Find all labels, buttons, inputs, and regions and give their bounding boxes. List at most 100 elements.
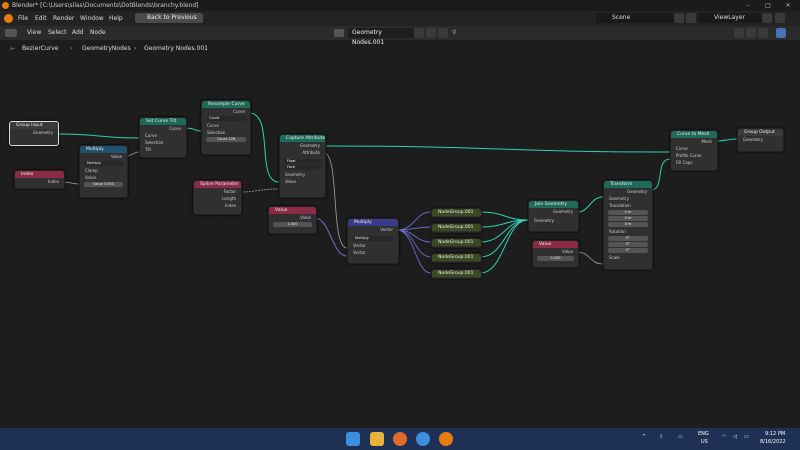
value-field[interactable]: Value 3.000 (84, 182, 123, 187)
maximize-icon[interactable]: □ (758, 0, 778, 11)
menu-edit[interactable]: Edit (35, 11, 47, 26)
socket-curve-in[interactable]: Curve (140, 132, 186, 139)
menu-node[interactable]: Node (90, 26, 106, 40)
socket-curve-out[interactable]: Curve (202, 108, 250, 115)
mode-dropdown[interactable]: Count (206, 116, 246, 121)
domain-dropdown[interactable]: Face (284, 165, 321, 170)
socket-vector-in-1[interactable]: Vector (348, 242, 398, 249)
windows-start-icon[interactable] (346, 432, 360, 446)
file-explorer-icon[interactable] (370, 432, 384, 446)
value-field[interactable]: 0.200 (537, 256, 574, 261)
socket-geometry-out[interactable]: Geometry (280, 142, 325, 149)
socket-scale[interactable]: Scale (604, 254, 652, 261)
socket-value-out[interactable]: Value (269, 214, 316, 221)
battery-icon[interactable]: ▭ (744, 434, 749, 440)
volume-icon[interactable]: ◁ (733, 434, 737, 440)
socket-value-in[interactable]: Value (280, 178, 325, 185)
socket-curve-in[interactable]: Curve (671, 145, 717, 152)
multiply-math-node[interactable]: Multiply Value Multiply Clamp Value Valu… (79, 145, 128, 198)
node-group-node[interactable]: NodeGroup.001 (431, 269, 482, 279)
menu-window[interactable]: Window (80, 11, 104, 26)
socket-factor[interactable]: Factor (194, 188, 241, 195)
curve-to-mesh-node[interactable]: Curve to Mesh Mesh Curve Profile Curve F… (670, 130, 718, 171)
operation-dropdown[interactable]: Multiply (352, 236, 394, 241)
socket-index[interactable]: Index (15, 178, 64, 185)
rotation-x-field[interactable]: 0° (608, 236, 648, 241)
wifi-icon[interactable]: ◠ (722, 434, 726, 440)
blender-menu-icon[interactable] (4, 14, 13, 23)
socket-curve-out[interactable]: Curve (140, 125, 186, 132)
chat-icon[interactable] (416, 432, 430, 446)
socket-attribute-out[interactable]: Attribute (280, 149, 325, 156)
parent-icon[interactable] (746, 28, 756, 38)
group-output-node[interactable]: Group Output Geometry (737, 128, 784, 152)
fill-caps-checkbox[interactable]: Fill Caps (671, 159, 717, 166)
minimize-icon[interactable]: – (738, 0, 758, 11)
socket-vector-in-2[interactable]: Vector (348, 249, 398, 256)
socket-vector-out[interactable]: Vector (348, 226, 398, 233)
capture-attribute-node[interactable]: Capture Attribute Geometry Attribute Flo… (279, 134, 326, 198)
socket-selection[interactable]: Selection (202, 129, 250, 136)
rotation-y-field[interactable]: 0° (608, 242, 648, 247)
translation-x-field[interactable]: 0 m (608, 210, 648, 215)
view-layer-selector[interactable]: ViewLayer (698, 13, 770, 23)
language-code[interactable]: ENG (698, 431, 709, 437)
menu-help[interactable]: Help (109, 11, 123, 26)
clock-date[interactable]: 8/16/2022 (760, 439, 786, 445)
rotation-z-field[interactable]: 0° (608, 248, 648, 253)
socket-geometry-in[interactable]: Geometry (604, 195, 652, 202)
new-view-layer-icon[interactable] (762, 13, 772, 23)
menu-select[interactable]: Select (48, 26, 67, 40)
node-group-node[interactable]: NodeGroup.001 (431, 208, 482, 218)
socket-tilt[interactable]: Tilt (140, 146, 186, 153)
socket-geometry[interactable]: Geometry (10, 129, 58, 136)
language-region[interactable]: US (701, 439, 708, 445)
fake-user-icon[interactable] (414, 28, 424, 38)
socket-index[interactable]: Index (194, 202, 241, 209)
menu-add[interactable]: Add (72, 26, 84, 40)
bluetooth-icon[interactable]: ᛒ (660, 434, 663, 440)
delete-view-layer-icon[interactable] (775, 13, 785, 23)
pin-icon[interactable]: ⚲ (452, 26, 456, 40)
menu-render[interactable]: Render (53, 11, 74, 26)
socket-profile-curve[interactable]: Profile Curve (671, 152, 717, 159)
back-to-previous-button[interactable]: Back to Previous (135, 13, 203, 23)
overlays-toggle-icon[interactable] (776, 28, 786, 38)
socket-curve-in[interactable]: Curve (202, 122, 250, 129)
node-group-node[interactable]: NodeGroup.001 (431, 253, 482, 263)
new-scene-icon[interactable] (674, 13, 684, 23)
close-icon[interactable]: ✕ (778, 0, 798, 11)
firefox-icon[interactable] (393, 432, 407, 446)
socket-geometry-in[interactable]: Geometry (738, 136, 783, 143)
socket-selection[interactable]: Selection (140, 139, 186, 146)
node-canvas[interactable] (0, 58, 800, 428)
operation-dropdown[interactable]: Multiply (84, 161, 123, 166)
socket-value-out[interactable]: Value (80, 153, 127, 160)
set-curve-tilt-node[interactable]: Set Curve Tilt Curve Curve Selection Til… (139, 117, 187, 158)
menu-file[interactable]: File (18, 11, 28, 26)
count-field[interactable]: Count 128 (206, 137, 246, 142)
value-field[interactable]: 1.000 (273, 222, 312, 227)
node-group-node[interactable]: NodeGroup.001 (431, 238, 482, 248)
blender-taskbar-icon[interactable] (439, 432, 453, 446)
menu-view[interactable]: View (27, 26, 41, 40)
chevron-up-icon[interactable]: ^ (642, 434, 646, 440)
translation-y-field[interactable]: 0 m (608, 216, 648, 221)
scene-selector[interactable]: Scene (596, 13, 682, 23)
translation-z-field[interactable]: 0 m (608, 222, 648, 227)
transform-node[interactable]: Transform Geometry Geometry Translation … (603, 180, 653, 270)
node-group-node[interactable]: NodeGroup.001 (431, 223, 482, 233)
join-geometry-node[interactable]: Join Geometry Geometry Geometry (528, 200, 579, 232)
socket-mesh-out[interactable]: Mesh (671, 138, 717, 145)
data-type-dropdown[interactable]: Float (284, 159, 321, 164)
clamp-checkbox[interactable]: Clamp (80, 167, 127, 174)
socket-value-out[interactable]: Value (533, 248, 578, 255)
resample-curve-node[interactable]: Resample Curve Curve Count Curve Selecti… (201, 100, 251, 155)
delete-scene-icon[interactable] (686, 13, 696, 23)
value-node[interactable]: Value Value 0.200 (532, 240, 579, 268)
spline-parameter-node[interactable]: Spline Parameter Factor Length Index (193, 180, 242, 215)
socket-geometry-in[interactable]: Geometry (529, 217, 578, 224)
clock-time[interactable]: 9:12 PM (765, 431, 785, 437)
vector-multiply-node[interactable]: Multiply Vector Multiply Vector Vector (347, 218, 399, 264)
unlink-tree-icon[interactable] (438, 28, 448, 38)
